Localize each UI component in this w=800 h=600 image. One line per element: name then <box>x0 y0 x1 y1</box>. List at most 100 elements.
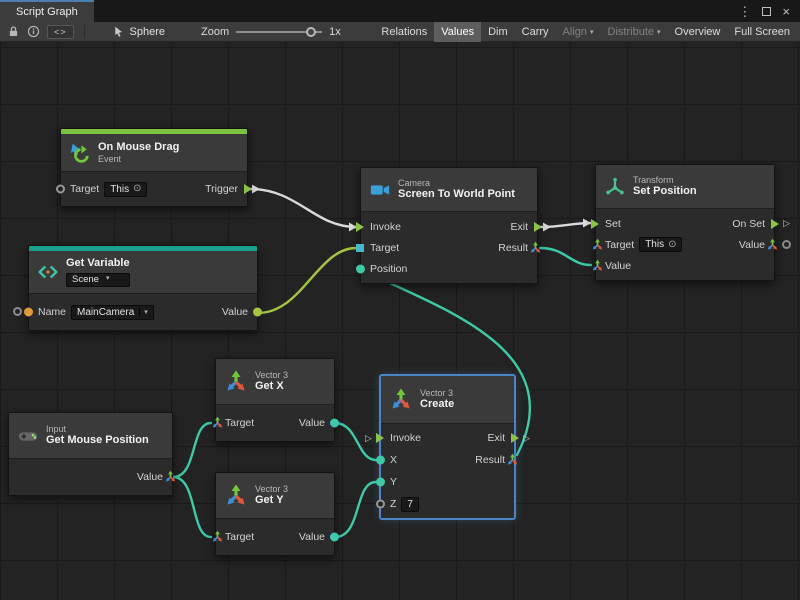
cursor-icon <box>113 26 125 38</box>
node-category: Vector 3 <box>255 484 288 495</box>
exit-port-label: Exit <box>510 221 528 233</box>
dangling-invoke-port[interactable]: ▷ <box>365 434 372 443</box>
node-header: Get Variable Scene ▾ <box>29 251 257 294</box>
distribute-dropdown[interactable]: Distribute ▾ <box>601 22 668 42</box>
info-icon[interactable] <box>24 24 42 40</box>
x-port-label: X <box>390 454 397 466</box>
value-output-port[interactable] <box>164 471 177 484</box>
y-port-label: Y <box>390 476 397 488</box>
gamepad-icon <box>17 425 39 447</box>
node-title: On Mouse Drag <box>98 141 179 154</box>
node-title: Get Y <box>255 494 288 507</box>
relations-button[interactable]: Relations <box>374 22 434 42</box>
on-set-output-port[interactable] <box>771 219 779 229</box>
target-object-value: This <box>110 184 129 195</box>
name-port-label: Name <box>38 306 66 318</box>
dim-button[interactable]: Dim <box>481 22 515 42</box>
value-port-label: Value <box>137 471 163 483</box>
zoom-slider-thumb[interactable] <box>306 27 316 37</box>
node-get-x[interactable]: Vector 3 Get X Target Value <box>215 358 335 442</box>
variable-name-dropdown[interactable]: MainCamera ▾ <box>71 305 154 320</box>
node-header: Camera Screen To World Point <box>361 168 537 212</box>
value-port-label: Value <box>222 306 248 318</box>
transform-target-input-port[interactable] <box>591 238 604 251</box>
node-set-position[interactable]: Transform Set Position Set On Set ▷ Targ… <box>595 164 775 281</box>
maximize-icon[interactable] <box>762 7 771 16</box>
dangling-value-port[interactable] <box>782 240 791 249</box>
dangling-name-port[interactable] <box>13 307 22 316</box>
script-graph-window: { "tab": { "title": "Script Graph" }, "w… <box>0 0 800 600</box>
camera-target-input-port[interactable] <box>356 244 364 252</box>
target-object-field[interactable]: This ⊙ <box>104 182 147 197</box>
node-header: Vector 3 Create <box>381 376 514 424</box>
node-title: Get Mouse Position <box>46 434 149 447</box>
trigger-output-port[interactable] <box>244 184 252 194</box>
value-output-label: Value <box>739 239 765 251</box>
lock-icon[interactable] <box>4 24 22 40</box>
value-output-port[interactable] <box>330 533 339 542</box>
tab-bar: Script Graph ⋮ × <box>0 0 800 22</box>
position-input-port[interactable] <box>356 264 365 273</box>
target-input-port[interactable] <box>56 185 65 194</box>
name-input-port[interactable] <box>24 308 33 317</box>
value-output-port[interactable] <box>330 419 339 428</box>
carry-button[interactable]: Carry <box>515 22 556 42</box>
dangling-exit-port[interactable]: ▷ <box>523 434 530 443</box>
result-output-port[interactable] <box>506 454 519 467</box>
variable-scope-dropdown[interactable]: Scene ▾ <box>66 273 130 287</box>
value-port-label: Value <box>299 417 325 429</box>
distribute-label: Distribute <box>608 26 654 38</box>
node-title: Create <box>420 398 454 411</box>
value-output-port[interactable] <box>766 238 779 251</box>
tab-script-graph[interactable]: Script Graph <box>0 0 94 22</box>
set-input-port[interactable] <box>591 219 599 229</box>
node-create-vector3[interactable]: Vector 3 Create ▷ Invoke Exit ▷ X Result… <box>380 375 515 519</box>
chevron-down-icon: ▾ <box>139 308 148 316</box>
close-icon[interactable]: × <box>782 5 790 18</box>
node-header: Input Get Mouse Position <box>9 413 172 459</box>
node-title: Screen To World Point <box>398 188 515 201</box>
target-object-field[interactable]: This ⊙ <box>639 237 682 252</box>
node-header: Vector 3 Get X <box>216 359 334 405</box>
invoke-input-port[interactable] <box>376 433 384 443</box>
node-get-mouse-position[interactable]: Input Get Mouse Position Value <box>8 412 173 496</box>
zoom-label: Zoom <box>201 26 229 38</box>
dangling-control-port[interactable]: ▷ <box>783 219 790 228</box>
toolbar-divider <box>84 25 85 38</box>
x-input-port[interactable] <box>376 456 385 465</box>
target-input-port[interactable] <box>211 531 224 544</box>
mouse-drag-event-icon <box>69 142 91 164</box>
vector3-icon <box>224 484 248 508</box>
exit-output-port[interactable] <box>511 433 519 443</box>
node-header: Transform Set Position <box>596 165 774 209</box>
exit-port-label: Exit <box>487 432 505 444</box>
node-category: Vector 3 <box>420 388 454 399</box>
full-screen-button[interactable]: Full Screen <box>727 22 797 42</box>
zoom-slider[interactable] <box>236 24 322 40</box>
z-input-port[interactable] <box>376 500 385 509</box>
graph-toolbar: <> Sphere Zoom 1x Relations Values Dim C… <box>0 22 800 42</box>
z-value-field[interactable]: 7 <box>401 497 419 512</box>
set-port-label: Set <box>605 218 621 230</box>
target-input-port[interactable] <box>211 417 224 430</box>
invoke-port-label: Invoke <box>390 432 421 444</box>
result-output-port[interactable] <box>529 241 542 254</box>
kebab-menu-icon[interactable]: ⋮ <box>738 5 751 18</box>
value-port-label: Value <box>299 531 325 543</box>
code-view-button[interactable]: <> <box>47 25 74 39</box>
overview-button[interactable]: Overview <box>668 22 728 42</box>
node-on-mouse-drag[interactable]: On Mouse Drag Event Target This ⊙ Trigge… <box>60 128 248 207</box>
align-dropdown[interactable]: Align ▾ <box>556 22 601 42</box>
node-screen-to-world-point[interactable]: Camera Screen To World Point Invoke Exit… <box>360 167 538 284</box>
node-get-y[interactable]: Vector 3 Get Y Target Value <box>215 472 335 556</box>
exit-output-port[interactable] <box>534 222 542 232</box>
value-output-port[interactable] <box>253 308 262 317</box>
node-get-variable[interactable]: Get Variable Scene ▾ Name MainCamera ▾ V… <box>28 245 258 331</box>
y-input-port[interactable] <box>376 478 385 487</box>
graph-target-button[interactable]: Sphere <box>113 26 165 38</box>
vector3-icon <box>389 388 413 412</box>
invoke-input-port[interactable] <box>356 222 364 232</box>
values-button[interactable]: Values <box>434 22 481 42</box>
value-input-port[interactable] <box>591 259 604 272</box>
position-port-label: Position <box>370 263 407 275</box>
